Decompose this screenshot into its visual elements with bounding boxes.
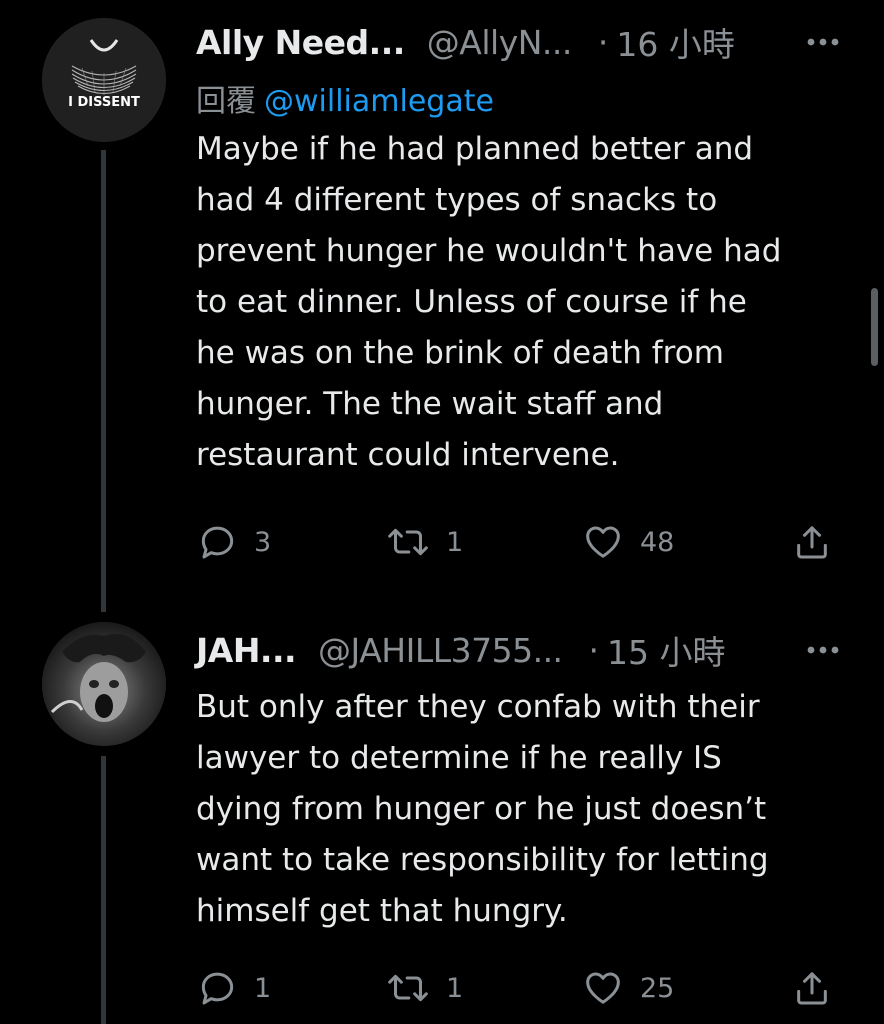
share-button[interactable] <box>792 966 832 1010</box>
retweet-button[interactable]: 1 <box>386 520 463 564</box>
tweet-text: Maybe if he had planned better and had 4… <box>196 131 782 473</box>
more-button[interactable] <box>802 630 844 670</box>
reply-prefix: 回覆 <box>196 84 256 119</box>
like-icon <box>586 526 620 558</box>
avatar[interactable]: I DISSENT <box>42 18 166 142</box>
user-handle[interactable]: @AllyN... <box>427 23 573 62</box>
reply-button[interactable]: 3 <box>198 520 271 564</box>
separator-dot: · <box>597 22 609 62</box>
display-name[interactable]: JAH... <box>196 631 297 670</box>
user-handle[interactable]: @JAHILL3755... <box>318 631 563 670</box>
thread-line <box>101 150 106 612</box>
avatar-image: I DISSENT <box>42 18 166 142</box>
action-bar: 3 1 48 <box>196 520 846 564</box>
thread-line <box>101 756 106 1024</box>
separator-dot: · <box>588 630 600 670</box>
like-count: 48 <box>640 526 675 558</box>
tweet-header: Ally Need... @AllyN... · 16 小時 <box>196 18 844 66</box>
retweet-icon <box>388 528 428 556</box>
retweet-icon <box>388 974 428 1002</box>
retweet-count: 1 <box>446 526 464 558</box>
action-bar: 1 1 25 <box>196 966 846 1010</box>
avatar[interactable] <box>42 622 166 746</box>
retweet-count: 1 <box>446 972 464 1004</box>
scrollbar[interactable] <box>871 288 878 366</box>
avatar-image <box>42 622 166 746</box>
avatar-text: I DISSENT <box>68 95 140 110</box>
replying-to: 回覆 @williamlegate <box>196 76 844 120</box>
retweet-button[interactable]: 1 <box>386 966 463 1010</box>
more-button[interactable] <box>802 22 844 62</box>
share-icon <box>797 526 827 559</box>
tweet-header: JAH... @JAHILL3755... · 15 小時 <box>196 626 844 674</box>
more-icon <box>807 38 839 46</box>
like-button[interactable]: 25 <box>582 966 674 1010</box>
more-icon <box>807 646 839 654</box>
reply-button[interactable]: 1 <box>198 966 271 1010</box>
reply-count: 3 <box>254 526 272 558</box>
like-button[interactable]: 48 <box>582 520 674 564</box>
timestamp[interactable]: 16 小時 <box>616 18 734 66</box>
mention-link[interactable]: @williamlegate <box>264 84 494 119</box>
timestamp[interactable]: 15 小時 <box>607 626 725 674</box>
display-name[interactable]: Ally Need... <box>196 23 405 62</box>
tweet[interactable]: JAH... @JAHILL3755... · 15 小時 But only a… <box>0 612 884 1024</box>
tweet-text: But only after they confab with their la… <box>196 689 769 929</box>
share-icon <box>797 972 827 1005</box>
like-icon <box>586 972 620 1004</box>
tweet[interactable]: I DISSENT Ally Need... @AllyN... · 16 小時… <box>0 0 884 612</box>
reply-icon <box>201 972 234 1005</box>
like-count: 25 <box>640 972 675 1004</box>
reply-icon <box>201 526 234 559</box>
reply-count: 1 <box>254 972 272 1004</box>
share-button[interactable] <box>792 520 832 564</box>
